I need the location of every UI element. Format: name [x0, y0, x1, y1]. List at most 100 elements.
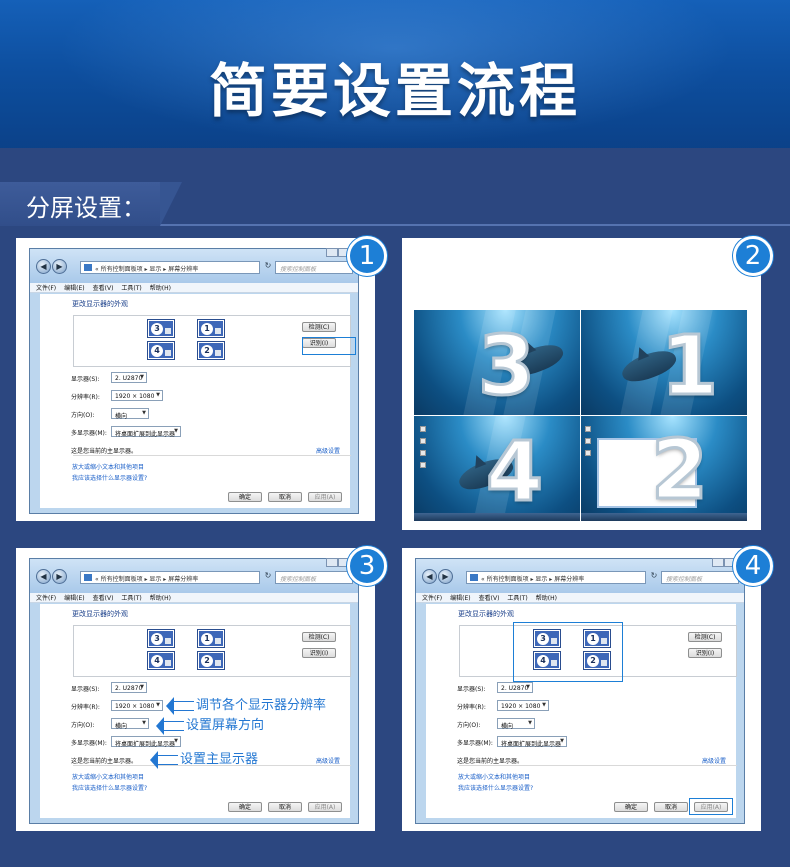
section-tab: 分屏设置： — [0, 182, 182, 226]
cancel-button[interactable]: 取消 — [654, 802, 688, 812]
menu-tools[interactable]: 工具(T) — [121, 595, 141, 602]
resolution-select[interactable]: 1920 × 1080 ▼ — [111, 390, 163, 401]
advanced-settings-link[interactable]: 高级设置 — [316, 446, 340, 455]
orientation-value: 横向 — [115, 723, 128, 730]
step-panel-3: 3 ◀ ▶ « 所有控制面板项 ▸ 显示 ▸ 屏幕分辨率 ↻ 搜索控制面板 文件… — [16, 546, 387, 831]
search-input[interactable]: 搜索控制面板 — [275, 261, 353, 274]
menu-edit[interactable]: 编辑(E) — [64, 595, 84, 602]
minimize-button[interactable] — [326, 248, 338, 257]
minimize-button[interactable] — [326, 558, 338, 567]
menu-help[interactable]: 帮助(H) — [150, 595, 171, 602]
menu-view[interactable]: 查看(V) — [93, 595, 114, 602]
menu-view[interactable]: 查看(V) — [93, 285, 114, 292]
settings-help-link[interactable]: 我应该选择什么显示器设置? — [458, 783, 533, 792]
orientation-select[interactable]: 横向 ▼ — [497, 718, 535, 730]
forward-arrow-icon[interactable]: ▶ — [52, 259, 67, 274]
ok-button[interactable]: 确定 — [228, 802, 262, 812]
display-label: 显示器(S): — [71, 686, 100, 693]
detect-button[interactable]: 检测(C) — [302, 322, 336, 332]
address-text: « 所有控制面板项 ▸ 显示 ▸ 屏幕分辨率 — [481, 576, 585, 583]
multi-display-select[interactable]: 将桌面扩展到此显示器 ▼ — [497, 736, 567, 748]
forward-arrow-icon[interactable]: ▶ — [438, 569, 453, 584]
window-body: 更改显示器的外观 3 1 4 2 检测(C) 识别(I) 显示器(S): 2. … — [40, 604, 351, 818]
monitor-number: 1 — [201, 323, 213, 335]
section-label: 分屏设置： — [26, 194, 146, 222]
orientation-select[interactable]: 横向 ▼ — [111, 718, 149, 730]
menu-help[interactable]: 帮助(H) — [150, 285, 171, 292]
identify-button[interactable]: 识别(I) — [302, 648, 336, 658]
minimize-button[interactable] — [712, 558, 724, 567]
monitor-1[interactable]: 1 — [197, 629, 225, 648]
chevron-down-icon: ▼ — [140, 684, 144, 690]
multi-display-select[interactable]: 将桌面扩展到此显示器 ▼ — [111, 426, 181, 438]
apply-button[interactable]: 应用(A) — [308, 492, 342, 502]
chevron-down-icon: ▼ — [142, 720, 146, 726]
multi-display-value: 将桌面扩展到此显示器 — [115, 431, 176, 438]
monitor-1[interactable]: 1 — [197, 319, 225, 338]
menu-edit[interactable]: 编辑(E) — [450, 595, 470, 602]
taskbar — [581, 513, 747, 521]
refresh-icon[interactable]: ↻ — [648, 571, 660, 584]
back-arrow-icon[interactable]: ◀ — [36, 259, 51, 274]
ok-button[interactable]: 确定 — [228, 492, 262, 502]
menu-file[interactable]: 文件(F) — [422, 595, 442, 602]
forward-arrow-icon[interactable]: ▶ — [52, 569, 67, 584]
display-select[interactable]: 2. U2870 ▼ — [111, 372, 147, 383]
ok-button[interactable]: 确定 — [614, 802, 648, 812]
text-size-link[interactable]: 放大或缩小文本和其他项目 — [72, 462, 144, 471]
detect-button[interactable]: 检测(C) — [302, 632, 336, 642]
monitor-2[interactable]: 2 — [197, 651, 225, 670]
advanced-settings-link[interactable]: 高级设置 — [316, 756, 340, 765]
resolution-select[interactable]: 1920 × 1080 ▼ — [497, 700, 549, 711]
orientation-label: 方向(O): — [71, 412, 95, 419]
menu-help[interactable]: 帮助(H) — [536, 595, 557, 602]
address-bar[interactable]: « 所有控制面板项 ▸ 显示 ▸ 屏幕分辨率 — [80, 571, 260, 584]
menu-tools[interactable]: 工具(T) — [121, 285, 141, 292]
settings-help-link[interactable]: 我应该选择什么显示器设置? — [72, 473, 147, 482]
address-bar[interactable]: « 所有控制面板项 ▸ 显示 ▸ 屏幕分辨率 — [80, 261, 260, 274]
refresh-icon[interactable]: ↻ — [262, 571, 274, 584]
chevron-down-icon: ▼ — [528, 720, 532, 726]
menu-view[interactable]: 查看(V) — [479, 595, 500, 602]
display-select[interactable]: 2. U2870 ▼ — [111, 682, 147, 693]
menu-file[interactable]: 文件(F) — [36, 595, 56, 602]
settings-help-link[interactable]: 我应该选择什么显示器设置? — [72, 783, 147, 792]
monitor-4[interactable]: 4 — [147, 651, 175, 670]
annotation-orientation: 设置屏幕方向 — [156, 714, 264, 735]
identify-button[interactable]: 识别(I) — [688, 648, 722, 658]
display-select[interactable]: 2. U2870 ▼ — [497, 682, 533, 693]
cancel-button[interactable]: 取消 — [268, 492, 302, 502]
text-size-link[interactable]: 放大或缩小文本和其他项目 — [72, 772, 144, 781]
monitor-3[interactable]: 3 — [147, 319, 175, 338]
multi-display-value: 将桌面扩展到此显示器 — [115, 741, 176, 748]
menu-tools[interactable]: 工具(T) — [507, 595, 527, 602]
advanced-settings-link[interactable]: 高级设置 — [702, 756, 726, 765]
monitor-2[interactable]: 2 — [197, 341, 225, 360]
back-arrow-icon[interactable]: ◀ — [36, 569, 51, 584]
menu-edit[interactable]: 编辑(E) — [64, 285, 84, 292]
monitor-square — [165, 660, 171, 666]
refresh-icon[interactable]: ↻ — [262, 261, 274, 274]
monitor-4[interactable]: 4 — [147, 341, 175, 360]
window-heading: 更改显示器的外观 — [72, 300, 128, 308]
resolution-select[interactable]: 1920 × 1080 ▼ — [111, 700, 163, 711]
cancel-button[interactable]: 取消 — [268, 802, 302, 812]
menu-file[interactable]: 文件(F) — [36, 285, 56, 292]
resolution-value: 1920 × 1080 — [115, 703, 155, 710]
search-input[interactable]: 搜索控制面板 — [661, 571, 739, 584]
apply-button[interactable]: 应用(A) — [308, 802, 342, 812]
chevron-down-icon: ▼ — [140, 374, 144, 380]
search-input[interactable]: 搜索控制面板 — [275, 571, 353, 584]
back-arrow-icon[interactable]: ◀ — [422, 569, 437, 584]
address-bar[interactable]: « 所有控制面板项 ▸ 显示 ▸ 屏幕分辨率 — [466, 571, 646, 584]
multi-display-select[interactable]: 将桌面扩展到此显示器 ▼ — [111, 736, 181, 748]
monitor-square — [165, 328, 171, 334]
detect-button[interactable]: 检测(C) — [688, 632, 722, 642]
monitor-3[interactable]: 3 — [147, 629, 175, 648]
text-size-link[interactable]: 放大或缩小文本和其他项目 — [458, 772, 530, 781]
left-arrow-icon — [150, 750, 178, 769]
annotation-resolution-text: 调节各个显示器分辨率 — [196, 698, 327, 713]
desktop-icon — [585, 426, 591, 432]
orientation-select[interactable]: 横向 ▼ — [111, 408, 149, 420]
monitor-square — [215, 660, 221, 666]
